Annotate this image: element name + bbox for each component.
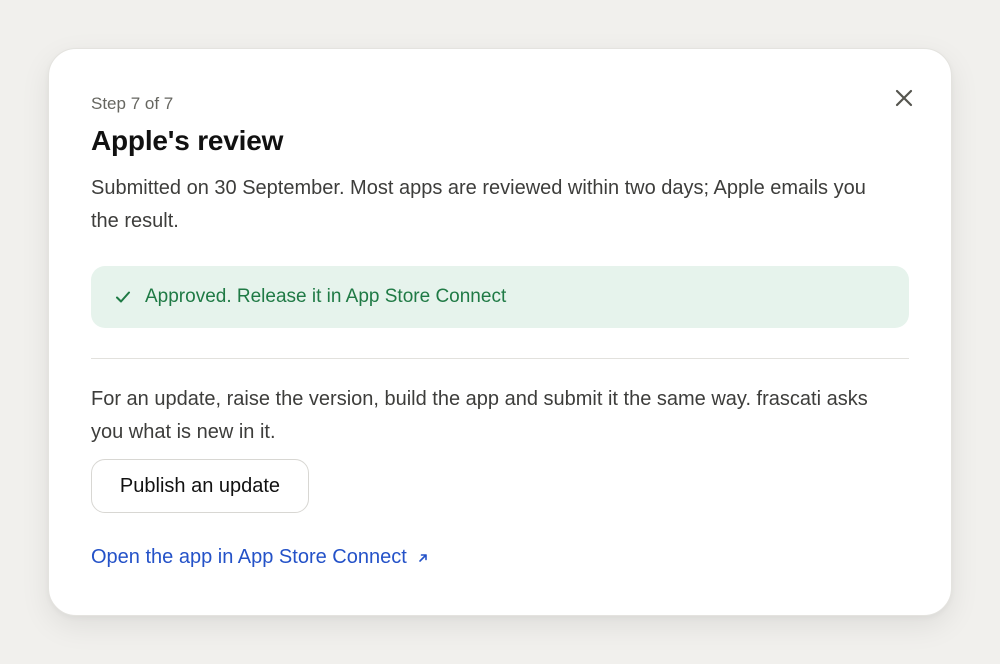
review-description: Submitted on 30 September. Most apps are… xyxy=(91,177,866,232)
publish-update-button[interactable]: Publish an update xyxy=(91,459,309,513)
open-app-store-connect-link[interactable]: Open the app in App Store Connect xyxy=(91,546,429,569)
review-dialog: Step 7 of 7 Apple's review Submitted on … xyxy=(48,48,952,616)
open-link-label: Open the app in App Store Connect xyxy=(91,546,407,568)
dialog-title: Apple's review xyxy=(91,125,284,156)
approved-status-banner: Approved. Release it in App Store Connec… xyxy=(91,266,909,328)
step-indicator: Step 7 of 7 xyxy=(91,94,174,113)
close-icon[interactable] xyxy=(893,87,915,109)
check-icon xyxy=(115,289,131,305)
external-link-icon xyxy=(417,552,429,564)
status-text: Approved. Release it in App Store Connec… xyxy=(145,286,507,307)
update-instructions: For an update, raise the version, build … xyxy=(91,388,868,443)
divider xyxy=(91,358,909,359)
